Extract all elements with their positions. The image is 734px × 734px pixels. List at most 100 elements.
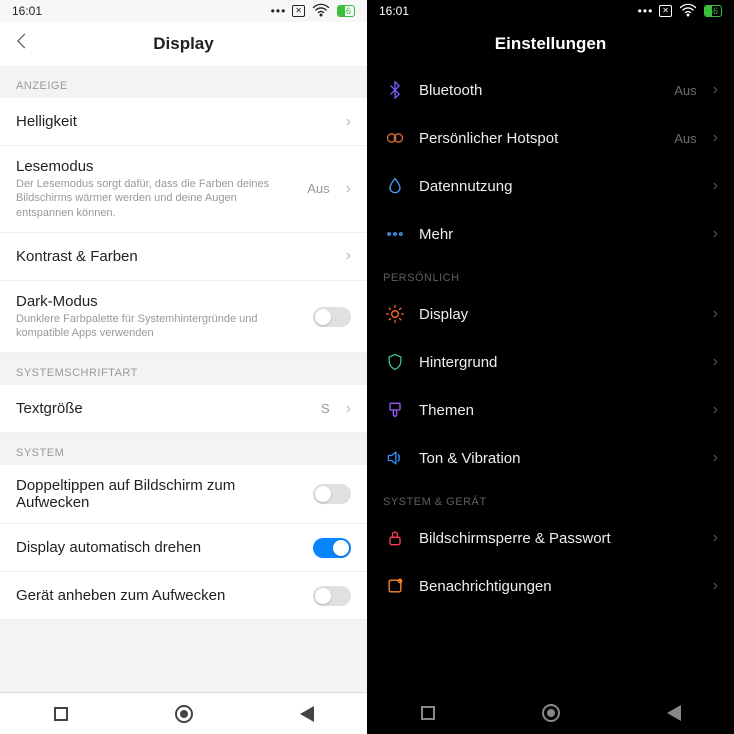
settings-main-pane: 16:01 ••• ✕ 46 Einstellungen Bluetooth A… [367,0,734,734]
home-button[interactable] [175,705,193,723]
chevron-right-icon: › [713,529,718,547]
row-helligkeit[interactable]: Helligkeit › [0,98,367,146]
android-nav-bar [0,692,367,734]
chevron-right-icon: › [713,401,718,419]
battery-icon: 46 [337,5,355,17]
row-hintergrund[interactable]: Hintergrund › [367,338,734,386]
row-label: Kontrast & Farben [16,248,334,265]
row-value: Aus [674,83,696,98]
section-system: SYSTEM [0,433,367,465]
section-systemschriftart: SYSTEMSCHRIFTART [0,353,367,385]
row-lesemodus[interactable]: Lesemodus Der Lesemodus sorgt dafür, das… [0,146,367,233]
row-label: Bildschirmsperre & Passwort [419,530,701,547]
auto-rotate-toggle[interactable] [313,538,351,558]
chevron-right-icon: › [346,247,351,265]
page-title: Einstellungen [495,34,606,54]
row-label: Persönlicher Hotspot [419,130,662,147]
row-hotspot[interactable]: Persönlicher Hotspot Aus › [367,114,734,162]
row-label: Mehr [419,226,701,243]
row-label: Lesemodus [16,158,295,175]
back-button[interactable] [12,31,32,57]
chevron-right-icon: › [346,180,351,198]
chevron-right-icon: › [713,81,718,99]
more-indicator: ••• [271,4,287,18]
lock-icon [383,528,407,548]
hotspot-icon [383,128,407,148]
row-autorotate[interactable]: Display automatisch drehen [0,524,367,572]
back-nav-button[interactable] [300,706,314,722]
row-kontrast[interactable]: Kontrast & Farben › [0,233,367,281]
chevron-right-icon: › [713,305,718,323]
status-indicators: ••• ✕ 46 [271,0,355,23]
header: Einstellungen [367,22,734,66]
dots-icon [383,224,407,244]
section-persoenlich: PERSÖNLICH [367,258,734,290]
nosim-icon: ✕ [659,5,672,17]
row-lockscreen[interactable]: Bildschirmsperre & Passwort › [367,514,734,562]
row-label: Textgröße [16,400,309,417]
row-value: Aus [674,131,696,146]
status-bar: 16:01 ••• ✕ 46 [367,0,734,22]
row-textgroesse[interactable]: Textgröße S › [0,385,367,433]
chevron-right-icon: › [346,400,351,418]
row-label: Themen [419,402,701,419]
bluetooth-icon [383,80,407,100]
drop-icon [383,176,407,196]
wifi-icon [311,0,331,23]
home-button[interactable] [542,704,560,722]
row-mehr[interactable]: Mehr › [367,210,734,258]
double-tap-toggle[interactable] [313,484,351,504]
more-indicator: ••• [638,4,654,18]
chevron-right-icon: › [713,177,718,195]
row-label: Doppeltippen auf Bildschirm zum Aufwecke… [16,477,301,511]
dark-mode-toggle[interactable] [313,307,351,327]
chevron-right-icon: › [346,113,351,131]
sun-icon [383,304,407,324]
page-title: Display [153,34,213,54]
shield-icon [383,352,407,372]
row-bluetooth[interactable]: Bluetooth Aus › [367,66,734,114]
status-time: 16:01 [12,4,42,18]
row-raise-to-wake[interactable]: Gerät anheben zum Aufwecken [0,572,367,620]
row-label: Ton & Vibration [419,450,701,467]
chevron-right-icon: › [713,577,718,595]
row-value: Aus [307,181,329,196]
row-display[interactable]: Display › [367,290,734,338]
back-nav-button[interactable] [667,705,681,721]
row-datennutzung[interactable]: Datennutzung › [367,162,734,210]
header: Display [0,22,367,66]
bell-icon [383,576,407,596]
row-value: S [321,401,330,416]
brush-icon [383,400,407,420]
settings-body: ANZEIGE Helligkeit › Lesemodus Der Lesem… [0,66,367,692]
row-label: Helligkeit [16,113,334,130]
row-ton-vibration[interactable]: Ton & Vibration › [367,434,734,482]
raise-to-wake-toggle[interactable] [313,586,351,606]
wifi-icon [678,0,698,23]
status-bar: 16:01 ••• ✕ 46 [0,0,367,22]
status-indicators: ••• ✕ 46 [638,0,722,23]
row-doppeltippen[interactable]: Doppeltippen auf Bildschirm zum Aufwecke… [0,465,367,524]
status-time: 16:01 [379,4,409,18]
row-label: Dark-Modus [16,293,301,310]
row-label: Display [419,306,701,323]
row-label: Display automatisch drehen [16,539,301,556]
chevron-right-icon: › [713,353,718,371]
nosim-icon: ✕ [292,5,305,17]
row-label: Benachrichtigungen [419,578,701,595]
row-benachrichtigungen[interactable]: Benachrichtigungen › [367,562,734,610]
row-dark-modus[interactable]: Dark-Modus Dunklere Farbpalette für Syst… [0,281,367,354]
recents-button[interactable] [54,707,68,721]
chevron-right-icon: › [713,129,718,147]
section-system-geraet: SYSTEM & GERÄT [367,482,734,514]
settings-body: Bluetooth Aus › Persönlicher Hotspot Aus… [367,66,734,692]
recents-button[interactable] [421,706,435,720]
volume-icon [383,448,407,468]
battery-icon: 46 [704,5,722,17]
row-themen[interactable]: Themen › [367,386,734,434]
android-nav-bar [367,692,734,734]
chevron-right-icon: › [713,449,718,467]
row-label: Bluetooth [419,82,662,99]
chevron-right-icon: › [713,225,718,243]
row-label: Hintergrund [419,354,701,371]
